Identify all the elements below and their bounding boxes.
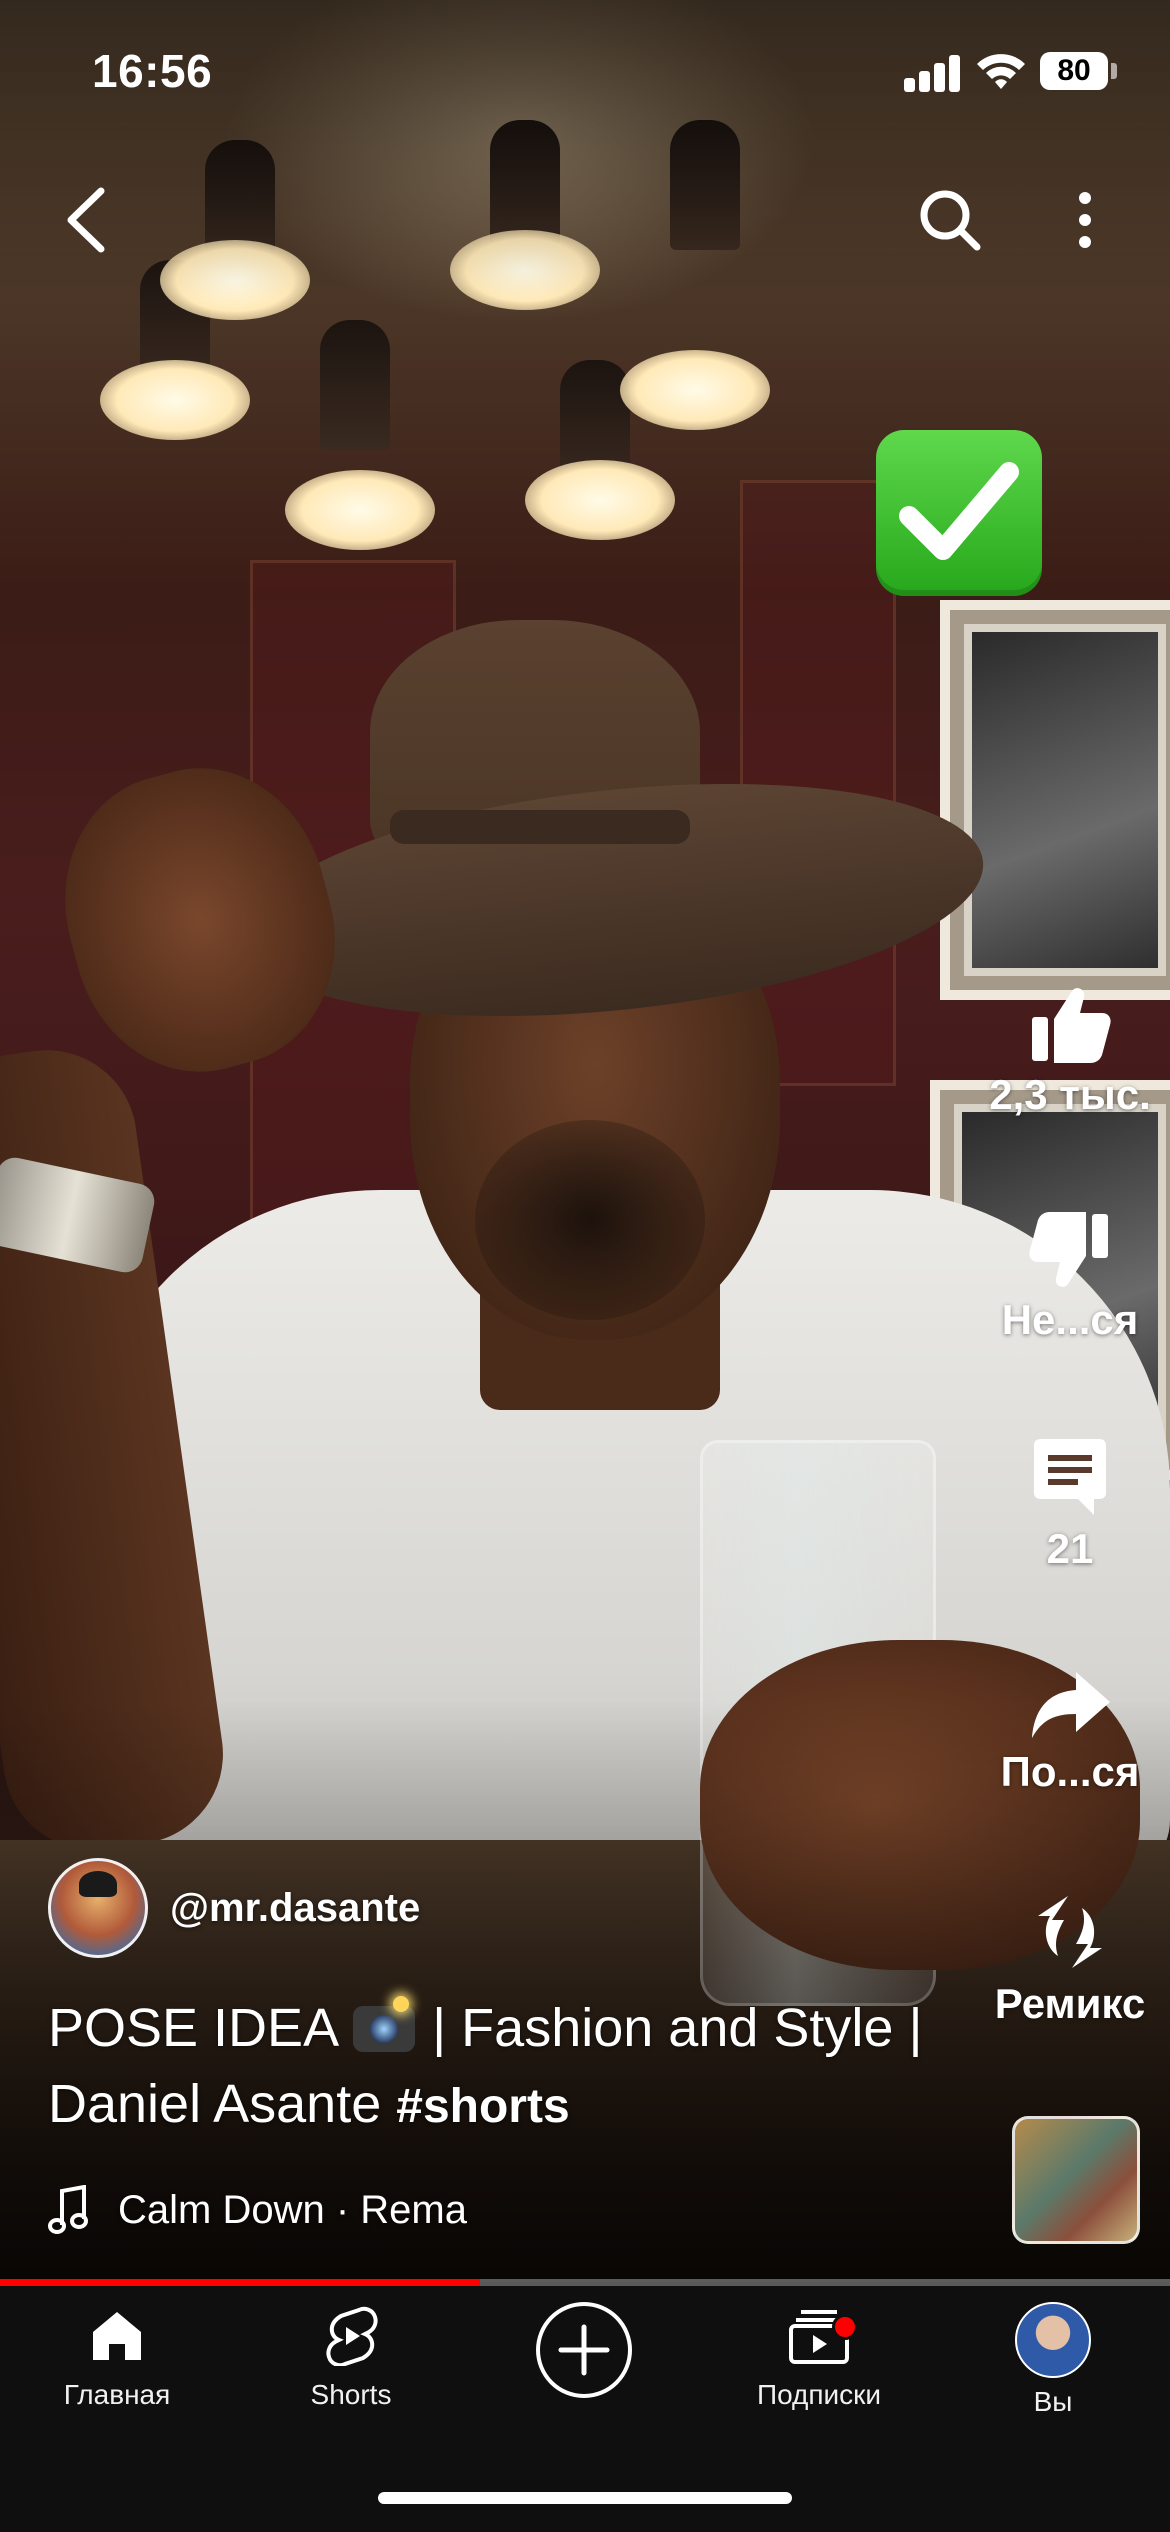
like-button[interactable]: 2,3 тыс. xyxy=(960,985,1170,1119)
remix-label: Ремикс xyxy=(994,1980,1146,2027)
home-icon xyxy=(93,2312,141,2360)
sound-thumbnail[interactable] xyxy=(1012,2116,1140,2244)
dislike-label: Не...ся xyxy=(1001,1296,1139,1343)
share-label: По...ся xyxy=(1000,1748,1140,1795)
nav-subscriptions[interactable]: Подписки xyxy=(702,2306,936,2411)
lamp-light xyxy=(620,350,770,430)
music-title: Calm Down · Rema xyxy=(118,2187,467,2232)
more-vertical-icon xyxy=(1079,192,1091,248)
wall-picture-frame xyxy=(940,600,1170,1000)
create-button[interactable] xyxy=(536,2302,632,2398)
status-time: 16:56 xyxy=(92,45,213,97)
comments-count: 21 xyxy=(1046,1525,1094,1572)
battery-indicator: 80 xyxy=(1040,52,1108,90)
thumbs-down-icon xyxy=(1029,1212,1108,1287)
comment-icon xyxy=(1034,1439,1106,1515)
search-icon xyxy=(920,190,981,251)
nav-shorts-label: Shorts xyxy=(310,2379,392,2410)
music-row[interactable]: Calm Down · Rema xyxy=(48,2180,467,2240)
notification-dot xyxy=(832,2314,858,2340)
hashtag-link[interactable]: #shorts xyxy=(396,2080,569,2133)
video-progress-bar[interactable] xyxy=(0,2279,1170,2286)
shorts-icon xyxy=(326,2306,378,2368)
home-indicator[interactable] xyxy=(378,2492,792,2504)
dislike-button[interactable]: Не...ся xyxy=(960,1210,1170,1344)
share-icon xyxy=(1032,1672,1110,1738)
remix-button[interactable]: Ремикс xyxy=(960,1890,1170,2028)
nav-you[interactable]: Вы xyxy=(936,2302,1170,2418)
video-title[interactable]: POSE IDEA | Fashion and Style | Daniel A… xyxy=(48,1990,978,2145)
hat-band xyxy=(390,810,690,844)
more-options-button[interactable] xyxy=(1040,170,1130,270)
remix-icon xyxy=(1038,1896,1102,1968)
channel-row[interactable]: @mr.dasante xyxy=(48,1858,420,1958)
shorts-player-screen: 16:56 80 2,3 тыс. Не...ся 21 По...ся Рем… xyxy=(0,0,1170,2532)
nav-you-label: Вы xyxy=(1033,2386,1073,2417)
status-bar: 16:56 80 xyxy=(0,0,1170,140)
check-mark-emoji xyxy=(876,430,1042,596)
cellular-signal-icon xyxy=(904,52,962,92)
user-avatar xyxy=(1015,2302,1091,2378)
check-icon xyxy=(899,462,1019,560)
nav-subscriptions-label: Подписки xyxy=(756,2379,882,2410)
lamp-light xyxy=(285,470,435,550)
nav-shorts[interactable]: Shorts xyxy=(234,2306,468,2411)
channel-avatar[interactable] xyxy=(48,1858,148,1958)
lamp-shade xyxy=(320,320,390,450)
lamp-light xyxy=(525,460,675,540)
battery-cap xyxy=(1111,63,1117,79)
like-count: 2,3 тыс. xyxy=(989,1071,1151,1118)
wifi-icon xyxy=(977,54,1025,89)
person-beard xyxy=(475,1120,705,1320)
camera-flash-emoji xyxy=(353,1996,416,2052)
nav-home-label: Главная xyxy=(63,2379,171,2410)
lamp-light xyxy=(100,360,250,440)
nav-home[interactable]: Главная xyxy=(0,2306,234,2411)
music-note-icon xyxy=(48,2185,88,2234)
share-button[interactable]: По...ся xyxy=(960,1668,1170,1796)
channel-name[interactable]: @mr.dasante xyxy=(170,1886,420,1931)
chevron-left-icon xyxy=(67,187,105,253)
plus-icon xyxy=(558,2324,610,2376)
comments-button[interactable]: 21 xyxy=(960,1435,1170,1573)
thumbs-up-icon xyxy=(1032,988,1111,1063)
title-text-part1: POSE IDEA xyxy=(48,1998,337,2058)
back-button[interactable] xyxy=(40,170,130,270)
search-button[interactable] xyxy=(900,170,1000,270)
progress-fill xyxy=(0,2279,480,2286)
bottom-navigation: Главная Shorts Подписки Вы xyxy=(0,2286,1170,2532)
